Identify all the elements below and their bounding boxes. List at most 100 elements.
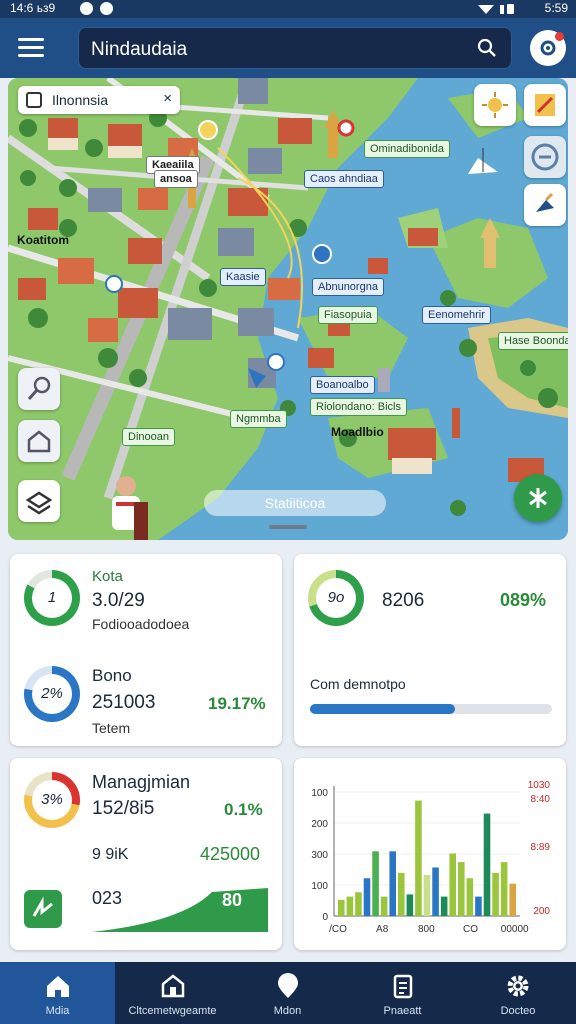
nav-label: Pnaeatt — [383, 1005, 422, 1017]
pin-button[interactable] — [524, 184, 566, 226]
card-subtitle: Tetem — [92, 720, 131, 736]
card-value: 152/8i5 — [92, 798, 155, 819]
search-input[interactable]: Nindaudaia — [91, 39, 187, 61]
bottom-badge: 80 — [222, 890, 243, 910]
x-tick-label: /CO — [329, 924, 347, 935]
nav-home[interactable]: Mdia — [0, 962, 115, 1024]
close-icon[interactable]: × — [163, 90, 172, 107]
bar-chart-card[interactable]: 100 200 300 100 0/CO A8 800 CO 00000 1030 8:40 8:89… — [294, 758, 566, 950]
map-style-button[interactable] — [524, 84, 566, 126]
map-place-label[interactable]: Riolondano: Bicls — [310, 398, 407, 416]
notification-icon — [80, 2, 93, 15]
chart-bar — [406, 894, 414, 916]
layer-button[interactable] — [474, 84, 516, 126]
map-place-label[interactable]: ansoa — [154, 170, 198, 188]
ring-value: 2% — [32, 674, 72, 714]
menu-icon[interactable] — [18, 38, 44, 58]
action-fab[interactable] — [514, 474, 562, 522]
chart-bar — [423, 875, 431, 916]
chip-label: Ilnonnsia — [52, 92, 109, 108]
building-icon — [161, 974, 185, 998]
map-search-chip[interactable]: Ilnonnsia × — [18, 86, 180, 114]
map-view[interactable]: Ilnonnsia × Kaeaiila ansoa Koatitom Ominadi… — [8, 78, 568, 540]
status-bar: 14:6 ьз9 5:59 — [0, 0, 576, 18]
chart-bar — [500, 862, 508, 916]
chart-bar — [440, 896, 448, 916]
search-map-button[interactable] — [18, 368, 60, 410]
location-icon — [26, 92, 42, 108]
nav-reports[interactable]: Pnaeatt — [345, 962, 460, 1024]
card-title: Bono — [92, 666, 132, 685]
nav-label: Mdia — [45, 1005, 70, 1017]
right-metric: 425000 — [200, 844, 261, 864]
stat-card-progress[interactable]: 9o 8206 089% Com demnotpo — [294, 554, 566, 746]
progress-ring: 1 — [24, 570, 80, 626]
card-percent: 0.1% — [224, 800, 263, 819]
y-tick-label: 300 — [311, 850, 328, 861]
statistics-button[interactable]: Statiiticoa — [204, 490, 386, 516]
map-place-label[interactable]: Koatitom — [12, 232, 74, 248]
gear-icon — [540, 40, 556, 56]
map-place-label[interactable]: Boanoalbo — [310, 376, 375, 394]
stat-card-management[interactable]: 3% Managjmian 152/8i5 0.1% 9 9iK 425000 … — [10, 758, 282, 950]
progress-bar — [310, 704, 552, 714]
star-icon — [529, 488, 547, 508]
annotation-label: 1030 — [528, 780, 551, 791]
nav-label: Docteo — [500, 1005, 536, 1017]
annotation-label: 8:40 — [531, 794, 551, 805]
map-place-label[interactable]: Ominadibonida — [364, 140, 450, 158]
profile-button[interactable] — [530, 30, 566, 66]
x-tick-label: CO — [463, 924, 478, 935]
x-tick-label: A8 — [376, 924, 389, 935]
nav-settings[interactable]: Docteo — [460, 962, 576, 1024]
status-battery: 5:59 — [544, 1, 568, 15]
chart-bar — [355, 892, 362, 916]
map-pin-icon — [278, 973, 298, 998]
house-icon — [27, 430, 51, 453]
card-value: 3.0/29 — [92, 590, 145, 611]
progress-ring: 2% — [24, 666, 80, 722]
y-tick-label: 0 — [322, 912, 328, 923]
nav-label: Cltcemetwgeamte — [128, 1005, 217, 1017]
chart-bar — [372, 851, 379, 916]
map-place-label[interactable]: Moadlbio — [326, 424, 389, 440]
map-place-label[interactable]: Eenomehrir — [422, 306, 491, 324]
nav-buildings[interactable]: Cltcemetwgeamte — [115, 962, 230, 1024]
left-metric: 9 9iK — [92, 846, 129, 863]
search-bar[interactable]: Nindaudaia — [78, 27, 512, 69]
compass-button[interactable] — [524, 136, 566, 178]
y-tick-label: 100 — [311, 881, 328, 892]
x-tick-label: 00000 — [501, 924, 529, 935]
notification-icon — [100, 2, 113, 15]
home-icon — [47, 976, 69, 997]
stat-card-kota[interactable]: 1 Kota 3.0/29 Fodiooadodoea 2% Bono 2510… — [10, 554, 282, 746]
nav-map[interactable]: Mdon — [230, 962, 345, 1024]
nav-label: Mdon — [273, 1005, 302, 1017]
card-percent: 19.17% — [208, 694, 266, 713]
card-value: 8206 — [382, 590, 425, 611]
home-map-button[interactable] — [18, 420, 60, 462]
chart-bar — [346, 896, 354, 916]
chart-bar — [466, 878, 474, 916]
map-place-label[interactable]: Caos ahndiaa — [304, 170, 384, 188]
y-tick-label: 100 — [311, 788, 328, 799]
chart-bar — [398, 872, 405, 916]
app-header: Nindaudaia — [0, 18, 576, 78]
layers-map-button[interactable] — [18, 480, 60, 522]
map-place-label[interactable]: Ngmmba — [230, 410, 287, 428]
chart-bar — [458, 862, 465, 916]
map-place-label[interactable]: Dinooan — [122, 428, 175, 446]
bar-chart: 100 200 300 100 0/CO A8 800 CO 00000 1030 8:40 8:89… — [311, 780, 551, 935]
map-place-label[interactable]: Kaasie — [220, 268, 266, 286]
search-icon[interactable] — [477, 38, 497, 58]
drag-handle[interactable] — [269, 525, 307, 529]
map-place-label[interactable]: Fiasopuia — [318, 306, 378, 324]
magnifier-icon — [27, 376, 51, 400]
map-place-label[interactable]: Abnunorgna — [312, 278, 384, 296]
chart-bar — [509, 883, 516, 916]
map-place-label[interactable]: Hase Boonda — [498, 332, 568, 350]
chart-bar — [432, 867, 439, 916]
chart-icon — [24, 890, 62, 928]
chart-bar — [449, 853, 456, 916]
card-value: 251003 — [92, 692, 156, 713]
